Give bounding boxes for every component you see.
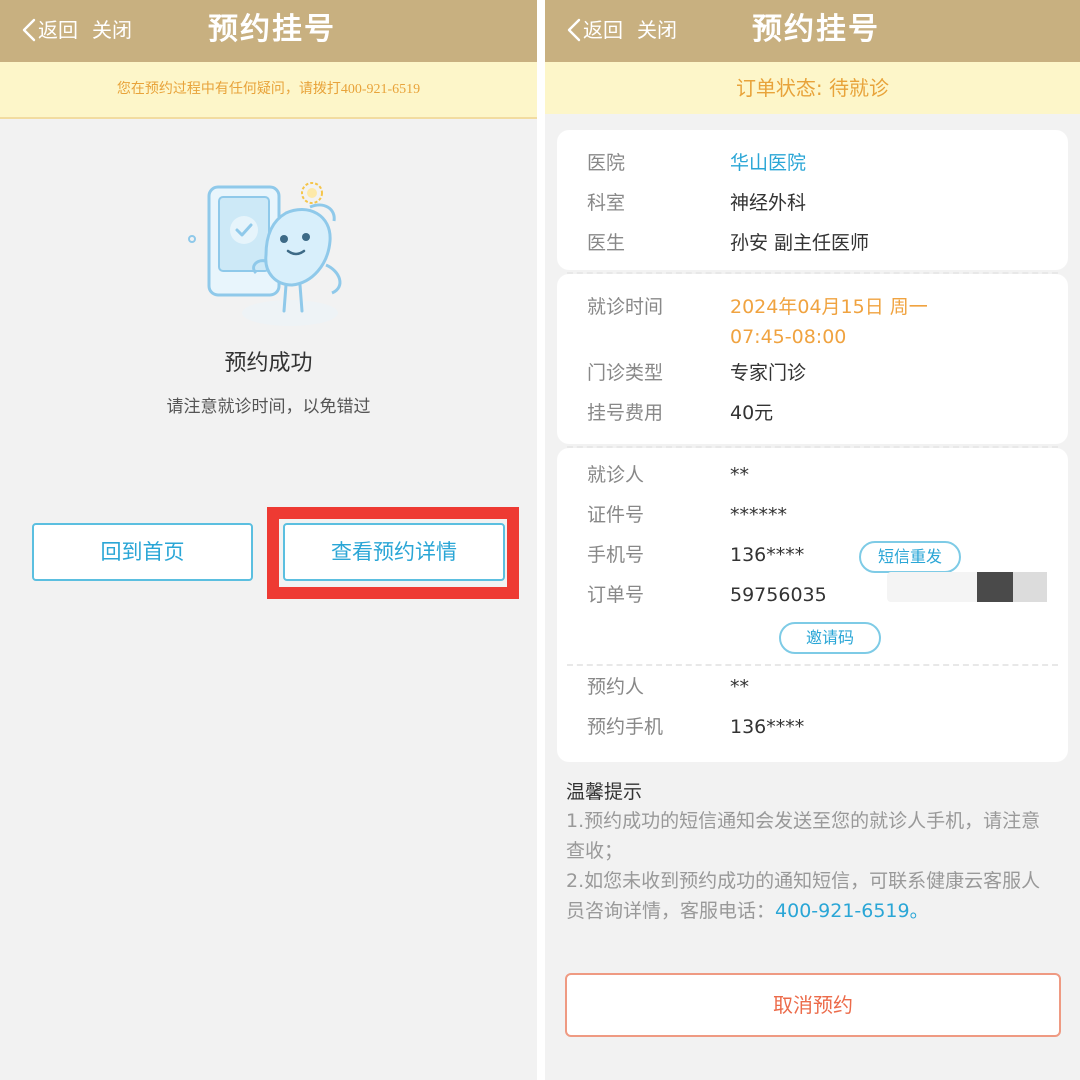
chevron-left-icon <box>22 18 36 42</box>
redacted-area <box>977 572 1013 602</box>
invite-code-button[interactable]: 邀请码 <box>779 622 881 654</box>
booking-success-screen: 返回 关闭 预约挂号 您在预约过程中有任何疑问，请拨打400-921-6519 … <box>0 0 537 1080</box>
resend-sms-button[interactable]: 短信重发 <box>859 541 961 573</box>
dashed-divider <box>567 446 1058 448</box>
row-label: 科室 <box>587 192 626 214</box>
row-label: 手机号 <box>587 544 645 566</box>
row-label: 挂号费用 <box>587 402 664 424</box>
order-status: 订单状态: 待就诊 <box>545 62 1080 114</box>
row-value: 136**** <box>730 544 805 566</box>
visit-time: 07:45-08:00 <box>730 326 847 348</box>
row-label: 医院 <box>587 152 626 174</box>
clinic-type-row: 门诊类型 专家门诊 <box>587 358 806 388</box>
nav-bar: 返回 关闭 预约挂号 <box>0 0 537 62</box>
page-title: 预约挂号 <box>752 12 880 47</box>
row-value: ** <box>730 676 749 698</box>
success-subtitle: 请注意就诊时间，以免错过 <box>166 397 371 417</box>
tips-line-2: 2.如您未收到预约成功的通知短信，可联系健康云客服人员咨询详情，客服电话：400… <box>566 866 1056 926</box>
fee-row: 挂号费用 40元 <box>587 398 773 428</box>
id-number-row: 证件号 ****** <box>587 500 787 530</box>
row-value: 59756035 <box>730 584 827 606</box>
booker-phone-row: 预约手机 136**** <box>587 712 804 742</box>
booking-success-illustration <box>188 182 342 326</box>
hospital-row: 医院 华山医院 <box>587 148 806 178</box>
hospital-link[interactable]: 华山医院 <box>730 152 806 174</box>
patient-info-card: 就诊人 ** 证件号 ****** 手机号 136**** 短信重发 订单号 59756… <box>557 446 1068 762</box>
cancel-booking-button[interactable]: 取消预约 <box>565 973 1061 1037</box>
customer-service-phone-link[interactable]: 400-921-6519。 <box>775 900 929 922</box>
visit-time-row: 就诊时间 2024年04月15日 周一 <box>587 292 928 322</box>
view-booking-details-button[interactable]: 查看预约详情 <box>283 523 505 581</box>
chevron-left-icon <box>567 18 581 42</box>
redacted-area <box>1013 572 1047 602</box>
row-value: 136**** <box>730 716 805 738</box>
visit-time-slot: 07:45-08:00 <box>730 322 846 352</box>
doctor-row: 医生 孙安 副主任医师 <box>587 228 869 258</box>
home-button[interactable]: 回到首页 <box>32 523 253 581</box>
row-value: ** <box>730 464 749 486</box>
row-value: 专家门诊 <box>730 362 807 384</box>
row-value: 40元 <box>730 402 774 424</box>
row-label: 就诊时间 <box>587 296 664 318</box>
patient-row: 就诊人 ** <box>587 460 749 490</box>
order-number-row: 订单号 59756035 <box>587 580 827 610</box>
success-title: 预约成功 <box>224 351 313 376</box>
row-value: ****** <box>730 504 787 526</box>
help-notice: 您在预约过程中有任何疑问，请拨打400-921-6519 <box>0 62 537 119</box>
row-label: 就诊人 <box>587 464 645 486</box>
dashed-divider <box>567 272 1058 274</box>
phone-row: 手机号 136**** <box>587 540 804 570</box>
dashed-divider <box>567 664 1058 666</box>
nav-bar: 返回 关闭 预约挂号 <box>545 0 1080 62</box>
row-value: 神经外科 <box>730 192 807 214</box>
back-label: 返回 <box>38 18 78 42</box>
row-label: 证件号 <box>587 504 645 526</box>
booking-details-screen: 返回 关闭 预约挂号 订单状态: 待就诊 医院 华山医院 科室 神经外科 医生 孙安 … <box>545 0 1080 1080</box>
page-title: 预约挂号 <box>208 12 336 47</box>
tips-line-1: 1.预约成功的短信通知会发送至您的就诊人手机，请注意查收； <box>566 810 1041 862</box>
close-button[interactable]: 关闭 <box>92 13 132 47</box>
back-button[interactable]: 返回 <box>20 13 78 47</box>
tips-title: 温馨提示 <box>566 781 643 803</box>
visit-info-card: 就诊时间 2024年04月15日 周一 07:45-08:00 门诊类型 专家门诊 … <box>557 272 1068 444</box>
row-label: 门诊类型 <box>587 362 664 384</box>
row-label: 预约手机 <box>587 716 664 738</box>
department-row: 科室 神经外科 <box>587 188 806 218</box>
row-label: 订单号 <box>587 584 645 606</box>
row-label: 预约人 <box>587 676 645 698</box>
visit-date: 2024年04月15日 周一 <box>730 296 928 318</box>
hospital-info-card: 医院 华山医院 科室 神经外科 医生 孙安 副主任医师 <box>557 130 1068 270</box>
booker-row: 预约人 ** <box>587 672 749 702</box>
row-label: 医生 <box>587 232 626 254</box>
row-value: 孙安 副主任医师 <box>730 232 870 254</box>
redacted-area <box>887 572 987 602</box>
back-label: 返回 <box>583 18 623 42</box>
close-button[interactable]: 关闭 <box>637 13 677 47</box>
back-button[interactable]: 返回 <box>565 13 623 47</box>
